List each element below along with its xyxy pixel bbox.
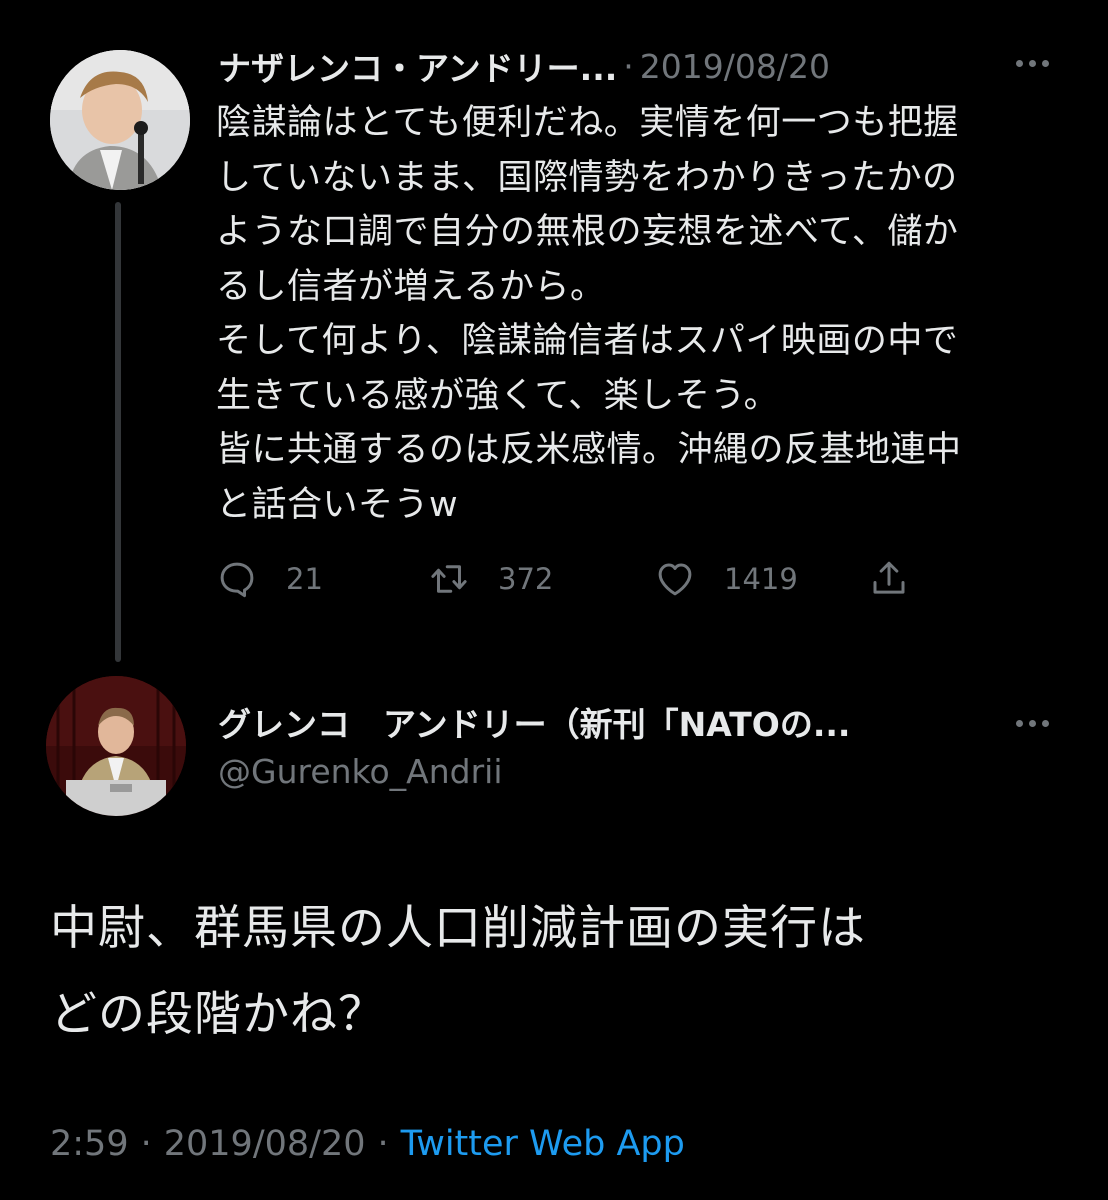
tweet-time[interactable]: 2:59 <box>50 1124 129 1164</box>
retweet-count: 372 <box>498 562 554 596</box>
more-horizontal-icon[interactable] <box>1016 60 1049 67</box>
tweet-text: 中尉、群馬県の人口削減計画の実行は どの段階かね？ <box>50 901 866 1042</box>
separator-dot: · <box>623 46 634 86</box>
reply-count: 21 <box>286 562 323 596</box>
more-horizontal-icon[interactable] <box>1016 720 1049 727</box>
tweet-date[interactable]: 2019/08/20 <box>164 1124 366 1164</box>
tweet-text: 陰謀論はとても便利だね。実情を何一つも把握 していないまま、国際情勢をわかりきっ… <box>216 103 962 525</box>
tweet-source-link[interactable]: Twitter Web App <box>401 1124 685 1164</box>
reply-button[interactable]: 21 <box>216 552 323 606</box>
separator-dot: · <box>140 1124 152 1164</box>
share-icon <box>873 561 905 594</box>
quoted-tweet-header: ナザレンコ・アンドリー... · 2019/08/20 <box>218 40 1058 92</box>
thread-connector-line <box>115 202 121 662</box>
avatar[interactable] <box>50 50 190 190</box>
avatar[interactable] <box>46 676 186 816</box>
author-name[interactable]: ナザレンコ・アンドリー... <box>218 42 617 90</box>
like-button[interactable]: 1419 <box>654 552 798 606</box>
author-name[interactable]: グレンコ アンドリー（新刊「NATOの... <box>218 698 850 746</box>
tweet-meta: 2:59 · 2019/08/20 · Twitter Web App <box>50 1124 685 1164</box>
avatar-photo-icon <box>46 676 186 816</box>
like-count: 1419 <box>724 562 798 596</box>
separator-dot: · <box>377 1124 389 1164</box>
author-handle[interactable]: @Gurenko_Andrii <box>218 752 503 791</box>
reply-bubble-icon <box>220 562 254 598</box>
tweet-actions: 21 372 1419 <box>216 552 936 606</box>
share-button[interactable] <box>868 552 910 606</box>
retweet-icon <box>431 565 467 593</box>
retweet-button[interactable]: 372 <box>428 552 553 606</box>
heart-icon <box>658 563 692 596</box>
tweet-date[interactable]: 2019/08/20 <box>640 47 830 86</box>
avatar-photo-icon <box>50 50 190 190</box>
